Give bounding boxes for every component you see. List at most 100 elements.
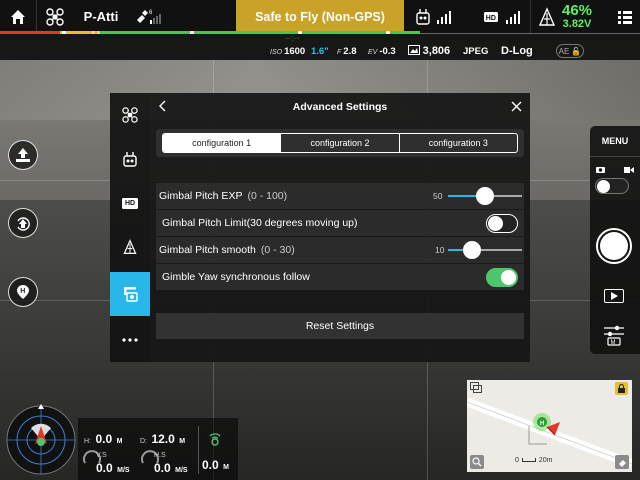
setting-range: (0 - 100) <box>247 190 288 202</box>
sidebar-item-hd-link[interactable]: HD <box>110 181 150 225</box>
flight-status-banner[interactable]: Safe to Fly (Non-GPS) <box>236 0 404 33</box>
lock-icon: 🔓 <box>571 46 582 56</box>
home-button[interactable] <box>0 0 36 33</box>
menu-dots-icon <box>617 10 632 24</box>
setting-range: (0 - 30) <box>260 244 295 256</box>
tab-configuration-1[interactable]: configuration 1 <box>163 134 281 152</box>
setting-label: Gimbal Pitch smooth <box>159 244 256 256</box>
color-profile[interactable]: D-Log <box>501 45 533 57</box>
map-lock-button[interactable] <box>615 382 628 395</box>
shutter-setting[interactable]: 1.6" <box>311 46 329 57</box>
gps-status[interactable]: 6 <box>129 0 169 33</box>
battery-percent: 46% <box>562 2 593 19</box>
telemetry-panel: H: 0.0 M D: 12.0 M V.S 0.0 M/S H.S 0.0 M… <box>78 418 238 480</box>
sidebar-item-remote-controller[interactable] <box>110 137 150 181</box>
back-icon[interactable] <box>158 100 166 112</box>
slider-value: 50 <box>433 191 443 201</box>
configuration-tabs: configuration 1 configuration 2 configur… <box>162 133 518 153</box>
ev-setting[interactable]: EV -0.3 <box>368 46 396 57</box>
remote-controller-icon <box>123 152 137 167</box>
return-home-button[interactable] <box>8 208 38 238</box>
vertical-speed-readout: V.S 0.0 M/S <box>96 452 130 475</box>
attitude-radar[interactable] <box>5 404 77 476</box>
dialog-title: Advanced Settings <box>292 101 388 113</box>
gimbal-yaw-follow-row: Gimble Yaw synchronous follow <box>156 264 524 290</box>
slider-thumb[interactable] <box>476 187 494 205</box>
rc-signal[interactable] <box>415 0 455 33</box>
map-zoom-button[interactable] <box>470 455 484 469</box>
battery-status[interactable]: 46% 3.82V <box>538 0 592 33</box>
mini-map[interactable]: H 0 20m <box>467 380 632 472</box>
horizontal-speed-readout: H.S 0.0 M/S <box>154 452 188 475</box>
more-button[interactable] <box>609 0 640 33</box>
sidebar-item-gimbal[interactable] <box>110 272 150 316</box>
iso-setting[interactable]: ISO 1600 <box>270 46 305 57</box>
shutter-button[interactable] <box>596 228 632 264</box>
battery-icon <box>123 239 137 254</box>
camera-menu-button[interactable]: MENU <box>590 136 640 146</box>
photo-video-switch[interactable] <box>595 178 629 194</box>
aircraft-icon <box>122 107 138 123</box>
flight-mode-label: P-Atti <box>83 9 119 24</box>
flight-mode[interactable]: P-Atti <box>73 0 129 33</box>
reset-settings-button[interactable]: Reset Settings <box>156 313 524 339</box>
aperture-setting[interactable]: F 2.8 <box>337 46 357 57</box>
sidebar-item-more[interactable] <box>110 318 150 362</box>
height-readout: H: 0.0 M <box>84 432 123 446</box>
map-layers-icon[interactable] <box>470 382 482 393</box>
distance-readout: D: 12.0 M <box>140 432 186 446</box>
takeoff-button[interactable] <box>8 140 38 170</box>
play-icon <box>610 292 618 300</box>
hd-link-icon: HD <box>122 197 138 209</box>
map-scale: 0 20m <box>515 457 553 464</box>
svg-text:H: H <box>20 288 25 295</box>
photo-capacity-icon <box>408 45 420 55</box>
playback-button[interactable] <box>604 289 624 303</box>
gimbal-pitch-exp-slider[interactable] <box>448 183 522 209</box>
gimbal-icon <box>124 287 138 302</box>
sidebar-item-battery[interactable] <box>110 225 150 269</box>
return-home-icon <box>17 217 30 231</box>
aircraft-status[interactable] <box>37 0 73 33</box>
top-status-bar: P-Atti 6 Safe to Fly (Non-GPS) HD 46% 3.… <box>0 0 640 33</box>
vision-altitude-readout: 0.0 M <box>202 458 229 472</box>
takeoff-icon <box>16 148 30 162</box>
svg-text:6: 6 <box>149 10 153 16</box>
remote-controller-icon <box>416 8 451 25</box>
setting-label: Gimbal Pitch Limit(30 degrees moving up) <box>162 217 358 229</box>
map-pin-icon: H <box>17 285 29 299</box>
setting-label: Gimbal Pitch EXP <box>159 190 243 202</box>
battery-voltage: 3.82V <box>562 18 592 30</box>
waypoint-button[interactable]: H <box>8 277 38 307</box>
close-icon[interactable] <box>511 101 522 112</box>
vision-sensor-icon <box>209 433 221 446</box>
video-mode-icon <box>624 167 634 173</box>
image-format[interactable]: JPEG <box>463 46 488 57</box>
home-icon <box>11 9 25 24</box>
gimbal-yaw-follow-toggle[interactable] <box>486 268 518 287</box>
lock-icon <box>618 384 625 393</box>
svg-text:HD: HD <box>486 15 496 22</box>
eraser-icon <box>618 459 626 467</box>
battery-icon <box>538 6 556 26</box>
gimbal-pitch-limit-row: Gimbal Pitch Limit(30 degrees moving up) <box>156 210 524 236</box>
camera-info-bar: ISO 1600 1.6" F 2.8 EV -0.3 3,806 JPEG D-Lo… <box>0 34 640 60</box>
map-expand-button[interactable] <box>615 455 629 469</box>
settings-sidebar: HD <box>110 93 150 362</box>
slider-thumb[interactable] <box>463 241 481 259</box>
ae-lock-button[interactable]: AE 🔓 <box>556 44 584 58</box>
camera-settings-icon[interactable]: M <box>602 324 626 346</box>
dialog-header: Advanced Settings <box>150 93 530 121</box>
aircraft-icon <box>46 7 64 26</box>
gimbal-pitch-smooth-slider[interactable] <box>448 237 522 263</box>
hd-link-signal[interactable]: HD <box>484 0 524 33</box>
hd-link-icon: HD <box>484 10 520 24</box>
magnifier-icon <box>472 457 482 467</box>
tab-configuration-2[interactable]: configuration 2 <box>280 134 398 152</box>
sidebar-item-aircraft[interactable] <box>110 93 150 137</box>
tab-configuration-3[interactable]: configuration 3 <box>398 134 517 152</box>
gimbal-pitch-limit-toggle[interactable] <box>486 214 518 233</box>
camera-control-panel: MENU M <box>590 126 640 354</box>
svg-text:M: M <box>611 340 616 346</box>
flight-status-text: Safe to Fly (Non-GPS) <box>255 9 385 24</box>
